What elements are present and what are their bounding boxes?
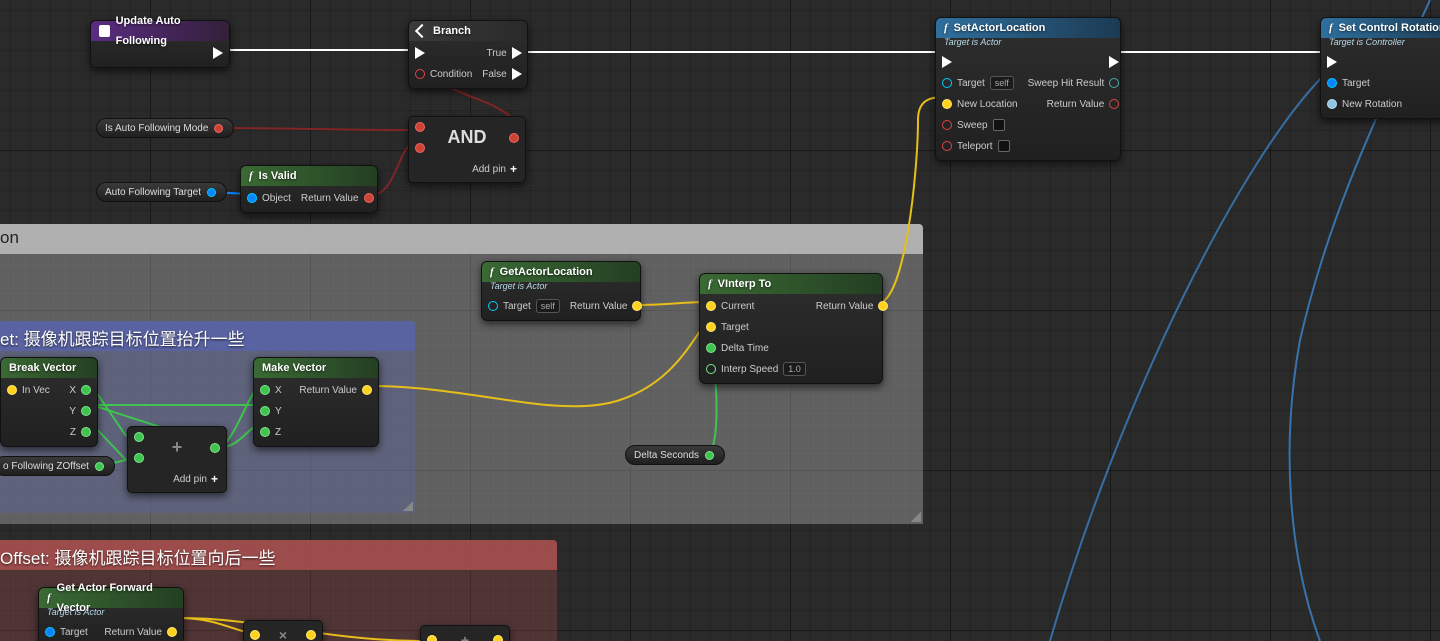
comment-title: Offset: 摄像机跟踪目标位置向后一些 [0, 540, 557, 570]
node-title: GetActorLocation [500, 262, 593, 282]
node-title: VInterp To [718, 274, 772, 294]
delta-time-pin[interactable]: Delta Time [706, 340, 806, 356]
return-value-pin[interactable]: Return Value [816, 298, 889, 314]
comment-title: on [0, 224, 923, 254]
and-in-a-pin[interactable] [415, 119, 425, 135]
var-is-auto-following-mode[interactable]: Is Auto Following Mode [96, 118, 234, 138]
teleport-checkbox[interactable] [998, 140, 1010, 152]
target-pin[interactable]: Targetself [942, 75, 1018, 91]
node-subtitle: Target is Actor [936, 37, 1120, 50]
plus-icon: + [510, 162, 517, 176]
function-icon: f [944, 18, 948, 38]
var-delta-seconds[interactable]: Delta Seconds [625, 445, 725, 465]
node-set-actor-location[interactable]: f SetActorLocation Target is Actor Targe… [935, 17, 1121, 161]
exec-in-pin[interactable] [415, 45, 472, 61]
event-icon [99, 25, 110, 37]
out[interactable] [306, 627, 316, 641]
node-update-auto-following[interactable]: Update Auto Following [90, 20, 230, 68]
plus-icon: + [455, 628, 475, 641]
add-pin-button[interactable]: Add pin+ [128, 472, 226, 492]
function-icon: f [490, 262, 494, 282]
node-set-control-rotation[interactable]: f Set Control Rotation Target is Control… [1320, 17, 1440, 119]
y-pin[interactable]: Y [69, 403, 91, 419]
y-pin[interactable]: Y [260, 403, 282, 419]
comment-title: et: 摄像机跟踪目标位置抬升一些 [0, 321, 415, 351]
target-pin[interactable]: Target [706, 319, 806, 335]
function-icon: f [1329, 18, 1333, 38]
in-vec-pin[interactable]: In Vec [7, 382, 50, 398]
interp-speed-pin[interactable]: Interp Speed1.0 [706, 361, 806, 377]
false-pin[interactable]: False [482, 66, 521, 82]
return-value-pin[interactable]: Return Value [104, 624, 177, 640]
add-in-a[interactable] [134, 429, 144, 445]
node-branch[interactable]: Branch Condition True False [408, 20, 528, 89]
node-is-valid[interactable]: f Is Valid Object Return Value [240, 165, 378, 213]
return-value-pin[interactable]: Return Value [570, 298, 643, 314]
exec-out-pin[interactable] [1109, 54, 1119, 70]
node-subtitle: Target is Controller [1321, 37, 1440, 50]
z-pin[interactable]: Z [260, 424, 282, 440]
sweep-hit-result-pin[interactable]: Sweep Hit Result [1028, 75, 1120, 91]
exec-in-pin[interactable] [1327, 54, 1402, 70]
exec-in-pin[interactable] [942, 54, 1018, 70]
multiply-icon: × [273, 623, 293, 641]
new-location-pin[interactable]: New Location [942, 96, 1018, 112]
branch-icon [415, 24, 429, 38]
sweep-checkbox[interactable] [993, 119, 1005, 131]
in-a[interactable] [250, 627, 260, 641]
teleport-pin[interactable]: Teleport [942, 138, 1018, 154]
interp-speed-value[interactable]: 1.0 [783, 362, 806, 376]
node-multiply-b[interactable]: + [420, 625, 510, 641]
resize-handle[interactable] [911, 512, 921, 522]
target-pin[interactable]: Targetself [488, 298, 560, 314]
x-pin[interactable]: X [69, 382, 91, 398]
return-value-pin[interactable]: Return Value [1047, 96, 1120, 112]
current-pin[interactable]: Current [706, 298, 806, 314]
plus-icon: + [211, 472, 218, 486]
plus-icon: + [166, 433, 189, 462]
var-following-zoffset[interactable]: o Following ZOffset [0, 456, 115, 476]
return-value-pin[interactable]: Return Value [299, 382, 372, 398]
add-in-b[interactable] [134, 450, 144, 466]
node-break-vector[interactable]: Break Vector In Vec X Y Z [0, 357, 98, 447]
function-icon: f [708, 274, 712, 294]
node-title: Set Control Rotation [1339, 18, 1440, 38]
object-pin[interactable]: Object [247, 190, 291, 206]
node-get-actor-location[interactable]: f GetActorLocation Target is Actor Targe… [481, 261, 641, 321]
add-pin-button[interactable]: Add pin+ [409, 162, 525, 182]
and-out-pin[interactable] [509, 130, 519, 146]
target-pin[interactable]: Target [1327, 75, 1402, 91]
true-pin[interactable]: True [487, 45, 522, 61]
z-pin[interactable]: Z [70, 424, 91, 440]
node-title: Break Vector [9, 358, 76, 378]
node-title: Is Valid [259, 166, 297, 186]
target-pin[interactable]: Target [45, 624, 88, 640]
node-vinterp-to[interactable]: f VInterp To Current Target Delta Time I… [699, 273, 883, 384]
node-and[interactable]: AND Add pin+ [408, 116, 526, 183]
function-icon: f [249, 166, 253, 186]
resize-handle[interactable] [403, 501, 413, 511]
x-pin[interactable]: X [260, 382, 282, 398]
node-title: AND [442, 123, 493, 152]
and-in-b-pin[interactable] [415, 140, 425, 156]
node-add-float[interactable]: + Add pin+ [127, 426, 227, 493]
condition-pin[interactable]: Condition [415, 66, 472, 82]
var-auto-following-target[interactable]: Auto Following Target [96, 182, 227, 202]
node-subtitle: Target is Actor [482, 281, 640, 294]
function-icon: f [47, 588, 51, 608]
out[interactable] [493, 632, 503, 641]
sweep-pin[interactable]: Sweep [942, 117, 1018, 133]
node-get-actor-forward-vector[interactable]: f Get Actor Forward Vector Target is Act… [38, 587, 184, 641]
node-title: Make Vector [262, 358, 326, 378]
node-make-vector[interactable]: Make Vector X Y Z Return Value [253, 357, 379, 447]
node-multiply-a[interactable]: × [243, 620, 323, 641]
add-out[interactable] [210, 440, 220, 456]
node-title: Update Auto Following [116, 11, 221, 51]
node-title: Branch [433, 21, 471, 41]
return-value-pin[interactable]: Return Value [301, 190, 374, 206]
new-rotation-pin[interactable]: New Rotation [1327, 96, 1402, 112]
node-title: SetActorLocation [954, 18, 1046, 38]
in-a[interactable] [427, 632, 437, 641]
exec-out-pin[interactable] [213, 45, 223, 61]
